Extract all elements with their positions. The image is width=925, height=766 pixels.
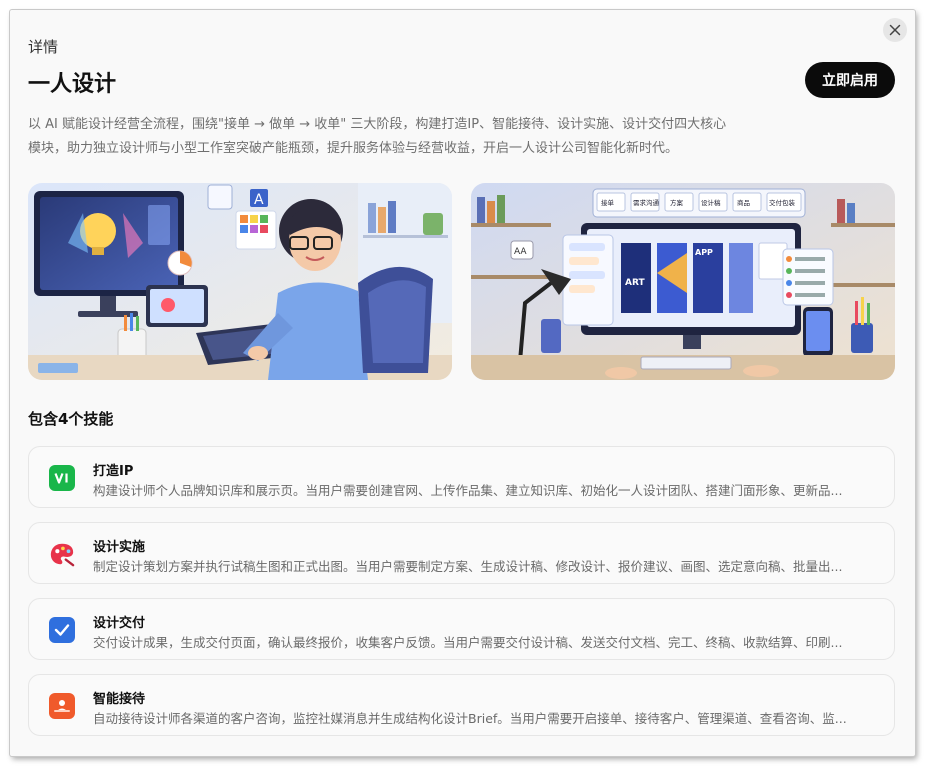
description: 以 AI 赋能设计经营全流程，围绕"接单 → 做单 → 收单" 三大阶段，构建打… [28,113,808,161]
svg-text:A: A [254,192,264,208]
close-icon [889,24,901,36]
skill-description: 构建设计师个人品牌知识库和展示页。当用户需要创建官网、上传作品集、建立知识库、初… [93,483,843,498]
skill-detail-dialog: 详情 一人设计 立即启用 以 AI 赋能设计经营全流程，围绕"接单 → 做单 →… [10,10,915,756]
vi-icon [49,465,75,491]
enable-now-button[interactable]: 立即启用 [805,62,895,98]
skill-card-build-ip[interactable]: 打造IP 构建设计师个人品牌知识库和展示页。当用户需要创建官网、上传作品集、建立… [28,446,895,508]
skill-name: 设计交付 [93,616,146,631]
svg-text:ART: ART [625,278,645,288]
svg-text:APP: APP [695,248,713,257]
svg-text:AA: AA [514,247,527,257]
description-line: 以 AI 赋能设计经营全流程，围绕"接单 → 做单 → 收单" 三大阶段，构建打… [28,117,727,132]
workflow-illustration: 接单 需求沟通 方案 设计稿 商品 交付包装 ART APP AA [471,183,895,380]
skill-name: 打造IP [93,464,134,479]
workflow-tab: 商品 [737,198,750,207]
workflow-tab: 设计稿 [701,198,721,207]
skill-card-design-delivery[interactable]: 设计交付 交付设计成果，生成交付页面，确认最终报价，收集客户反馈。当用户需要交付… [28,598,895,660]
skill-description: 交付设计成果，生成交付页面，确认最终报价，收集客户反馈。当用户需要交付设计稿、发… [93,635,843,650]
breadcrumb: 详情 [28,38,59,56]
reception-icon [49,693,75,719]
designer-illustration: A [28,183,452,380]
checkbox-icon [49,617,75,643]
skill-card-smart-reception[interactable]: 智能接待 自动接待设计师各渠道的客户咨询，监控社媒消息并生成结构化设计Brief… [28,674,895,736]
description-line: 模块，助力独立设计师与小型工作室突破产能瓶颈，提升服务体验与经营收益，开启一人设… [28,141,679,156]
page-title: 一人设计 [28,72,117,97]
skills-section-title: 包含4个技能 [28,410,114,428]
skill-card-design-implementation[interactable]: 设计实施 制定设计策划方案并执行试稿生图和正式出图。当用户需要制定方案、生成设计… [28,522,895,584]
workflow-tab: 接单 [601,198,615,207]
workflow-tab: 方案 [670,198,684,207]
close-button[interactable] [883,18,907,42]
workflow-tab: 交付包装 [769,198,796,207]
skill-name: 智能接待 [93,692,146,707]
skill-description: 制定设计策划方案并执行试稿生图和正式出图。当用户需要制定方案、生成设计稿、修改设… [93,559,843,574]
skill-description: 自动接待设计师各渠道的客户咨询，监控社媒消息并生成结构化设计Brief。当用户需… [93,711,847,726]
palette-icon [49,541,75,567]
workflow-tab: 需求沟通 [633,198,660,207]
workflow-tabs: 接单 需求沟通 方案 设计稿 商品 交付包装 [592,188,806,218]
skill-name: 设计实施 [93,540,146,555]
